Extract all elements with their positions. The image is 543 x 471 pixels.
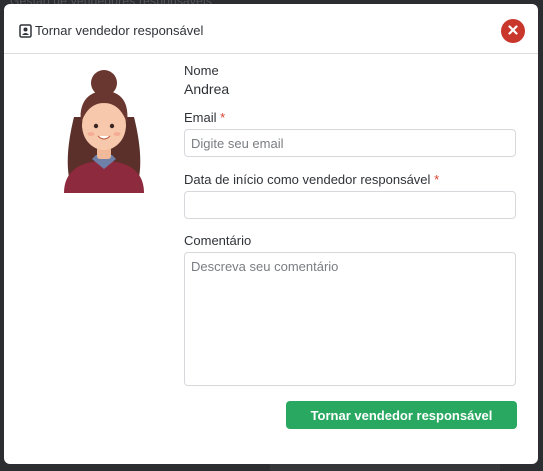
modal-header: Tornar vendedor responsável bbox=[4, 4, 538, 54]
close-button[interactable] bbox=[501, 19, 525, 43]
email-field[interactable] bbox=[184, 129, 516, 157]
comment-label: Comentário bbox=[184, 233, 252, 248]
close-icon bbox=[508, 22, 518, 40]
start-date-label: Data de início como vendedor responsável… bbox=[184, 172, 439, 187]
comment-textarea[interactable] bbox=[184, 252, 516, 386]
start-date-label-text: Data de início como vendedor responsável bbox=[184, 172, 431, 187]
modal-dialog: Tornar vendedor responsável Nome Andrea … bbox=[4, 4, 538, 464]
email-label-text: Email bbox=[184, 110, 217, 125]
modal-title: Tornar vendedor responsável bbox=[35, 23, 204, 38]
name-value: Andrea bbox=[184, 81, 230, 97]
avatar bbox=[56, 69, 152, 193]
start-date-field[interactable] bbox=[184, 191, 516, 219]
email-label: Email * bbox=[184, 110, 225, 125]
submit-button[interactable]: Tornar vendedor responsável bbox=[286, 401, 517, 429]
contact-card-icon bbox=[19, 24, 32, 38]
required-marker: * bbox=[220, 110, 226, 125]
required-marker: * bbox=[434, 172, 440, 187]
name-label: Nome bbox=[184, 63, 219, 78]
backdrop-strip bbox=[270, 463, 500, 471]
